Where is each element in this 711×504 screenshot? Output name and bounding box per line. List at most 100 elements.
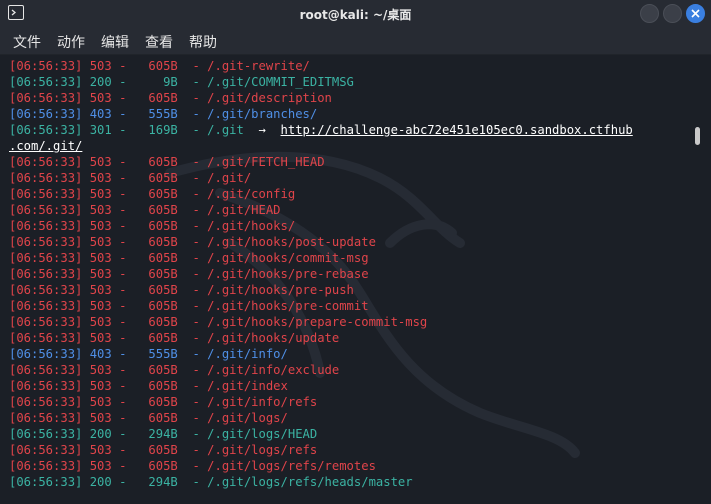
- timestamp: [06:56:33]: [9, 299, 83, 313]
- status-entry: [06:56:33] 200 - 294B - /.git/logs/HEAD: [9, 427, 318, 441]
- timestamp: [06:56:33]: [9, 427, 83, 441]
- status-code: 503: [89, 187, 112, 201]
- terminal-line: [06:56:33] 503 - 605B - /.git/hooks/: [9, 218, 633, 234]
- terminal-line: [06:56:33] 503 - 605B - /.git/hooks/upda…: [9, 330, 633, 346]
- status-code: 503: [89, 379, 112, 393]
- minimize-button[interactable]: [640, 4, 659, 23]
- request-path: /.git/info/: [207, 347, 288, 361]
- terminal-line: [06:56:33] 403 - 555B - /.git/info/: [9, 346, 633, 362]
- terminal-line: [06:56:33] 200 - 294B - /.git/logs/HEAD: [9, 426, 633, 442]
- response-size: 605B: [133, 59, 178, 73]
- terminal-line: [06:56:33] 503 - 605B - /.git/hooks/pre-…: [9, 282, 633, 298]
- status-entry: [06:56:33] 403 - 555B - /.git/info/: [9, 347, 288, 361]
- menu-view[interactable]: 查看: [145, 32, 173, 52]
- status-entry: [06:56:33] 503 - 605B - /.git/descriptio…: [9, 91, 332, 105]
- redirect-url[interactable]: http://challenge-abc72e451e105ec0.sandbo…: [281, 123, 633, 137]
- terminal-line: .com/.git/: [9, 138, 633, 154]
- timestamp: [06:56:33]: [9, 75, 83, 89]
- status-code: 503: [89, 59, 112, 73]
- response-size: 605B: [133, 283, 178, 297]
- status-code: 503: [89, 235, 112, 249]
- response-size: 605B: [133, 91, 178, 105]
- terminal-line: [06:56:33] 503 - 605B - /.git/hooks/pre-…: [9, 298, 633, 314]
- request-path: /.git/info/refs: [207, 395, 318, 409]
- status-entry: [06:56:33] 503 - 605B - /.git/hooks/pre-…: [9, 283, 354, 297]
- request-path: /.git/hooks/pre-push: [207, 283, 354, 297]
- request-path: /.git/HEAD: [207, 203, 281, 217]
- response-size: 605B: [133, 315, 178, 329]
- timestamp: [06:56:33]: [9, 411, 83, 425]
- terminal-output[interactable]: [06:56:33] 503 - 605B - /.git-rewrite/[0…: [0, 55, 711, 504]
- window-title: root@kali: ~/桌面: [299, 8, 412, 22]
- status-entry: [06:56:33] 503 - 605B - /.git/hooks/pre-…: [9, 299, 369, 313]
- status-entry: [06:56:33] 301 - 169B - /.git: [9, 123, 244, 137]
- redirect-arrow: →: [258, 123, 266, 137]
- terminal-line: [06:56:33] 503 - 605B - /.git/descriptio…: [9, 90, 633, 106]
- close-button[interactable]: [686, 4, 705, 23]
- timestamp: [06:56:33]: [9, 379, 83, 393]
- timestamp: [06:56:33]: [9, 203, 83, 217]
- request-path: /.git/hooks/prepare-commit-msg: [207, 315, 428, 329]
- response-size: 605B: [133, 171, 178, 185]
- terminal-line: [06:56:33] 503 - 605B - /.git/hooks/pre-…: [9, 266, 633, 282]
- status-code: 503: [89, 251, 112, 265]
- status-entry: [06:56:33] 503 - 605B - /.git/: [9, 171, 252, 185]
- menu-help[interactable]: 帮助: [189, 32, 217, 52]
- timestamp: [06:56:33]: [9, 283, 83, 297]
- status-entry: [06:56:33] 503 - 605B - /.git/logs/refs/…: [9, 459, 376, 473]
- response-size: 605B: [133, 187, 178, 201]
- response-size: 605B: [133, 379, 178, 393]
- status-code: 503: [89, 91, 112, 105]
- request-path: /.git: [207, 123, 244, 137]
- status-code: 503: [89, 267, 112, 281]
- request-path: /.git/logs/HEAD: [207, 427, 318, 441]
- request-path: /.git/: [207, 171, 252, 185]
- menu-edit[interactable]: 编辑: [101, 32, 129, 52]
- request-path: /.git/FETCH_HEAD: [207, 155, 325, 169]
- status-entry: [06:56:33] 200 - 9B - /.git/COMMIT_EDITM…: [9, 75, 354, 89]
- response-size: 555B: [133, 347, 178, 361]
- scrollbar-thumb[interactable]: [695, 127, 700, 145]
- timestamp: [06:56:33]: [9, 251, 83, 265]
- timestamp: [06:56:33]: [9, 315, 83, 329]
- response-size: 605B: [133, 235, 178, 249]
- status-code: 503: [89, 203, 112, 217]
- request-path: /.git-rewrite/: [207, 59, 310, 73]
- terminal-line: [06:56:33] 503 - 605B - /.git/info/exclu…: [9, 362, 633, 378]
- terminal-line: [06:56:33] 503 - 605B - /.git/index: [9, 378, 633, 394]
- response-size: 605B: [133, 203, 178, 217]
- title-bar: root@kali: ~/桌面: [0, 0, 711, 27]
- response-size: 605B: [133, 395, 178, 409]
- output-lines: [06:56:33] 503 - 605B - /.git-rewrite/[0…: [9, 58, 633, 490]
- terminal-line: [06:56:33] 503 - 605B - /.git/config: [9, 186, 633, 202]
- menu-file[interactable]: 文件: [13, 32, 41, 52]
- response-size: 605B: [133, 443, 178, 457]
- status-entry: [06:56:33] 503 - 605B - /.git/hooks/: [9, 219, 296, 233]
- status-entry: [06:56:33] 503 - 605B - /.git/FETCH_HEAD: [9, 155, 325, 169]
- terminal-line: [06:56:33] 200 - 294B - /.git/logs/refs/…: [9, 474, 633, 490]
- timestamp: [06:56:33]: [9, 443, 83, 457]
- timestamp: [06:56:33]: [9, 91, 83, 105]
- timestamp: [06:56:33]: [9, 459, 83, 473]
- status-code: 503: [89, 331, 112, 345]
- request-path: /.git/branches/: [207, 107, 318, 121]
- response-size: 605B: [133, 299, 178, 313]
- status-code: 200: [89, 475, 112, 489]
- request-path: /.git/info/exclude: [207, 363, 340, 377]
- menu-action[interactable]: 动作: [57, 32, 85, 52]
- response-size: 294B: [133, 427, 178, 441]
- terminal-line: [06:56:33] 403 - 555B - /.git/branches/: [9, 106, 633, 122]
- status-entry: [06:56:33] 503 - 605B - /.git/hooks/comm…: [9, 251, 369, 265]
- status-entry: [06:56:33] 503 - 605B - /.git/logs/: [9, 411, 288, 425]
- url-continuation[interactable]: .com/.git/: [9, 139, 82, 153]
- timestamp: [06:56:33]: [9, 331, 83, 345]
- terminal-line: [06:56:33] 200 - 9B - /.git/COMMIT_EDITM…: [9, 74, 633, 90]
- status-code: 503: [89, 171, 112, 185]
- request-path: /.git/hooks/post-update: [207, 235, 376, 249]
- terminal-line: [06:56:33] 503 - 605B - /.git/logs/refs/…: [9, 458, 633, 474]
- maximize-button[interactable]: [663, 4, 682, 23]
- response-size: 555B: [133, 107, 178, 121]
- response-size: 169B: [133, 123, 178, 137]
- request-path: /.git/config: [207, 187, 296, 201]
- status-code: 503: [89, 395, 112, 409]
